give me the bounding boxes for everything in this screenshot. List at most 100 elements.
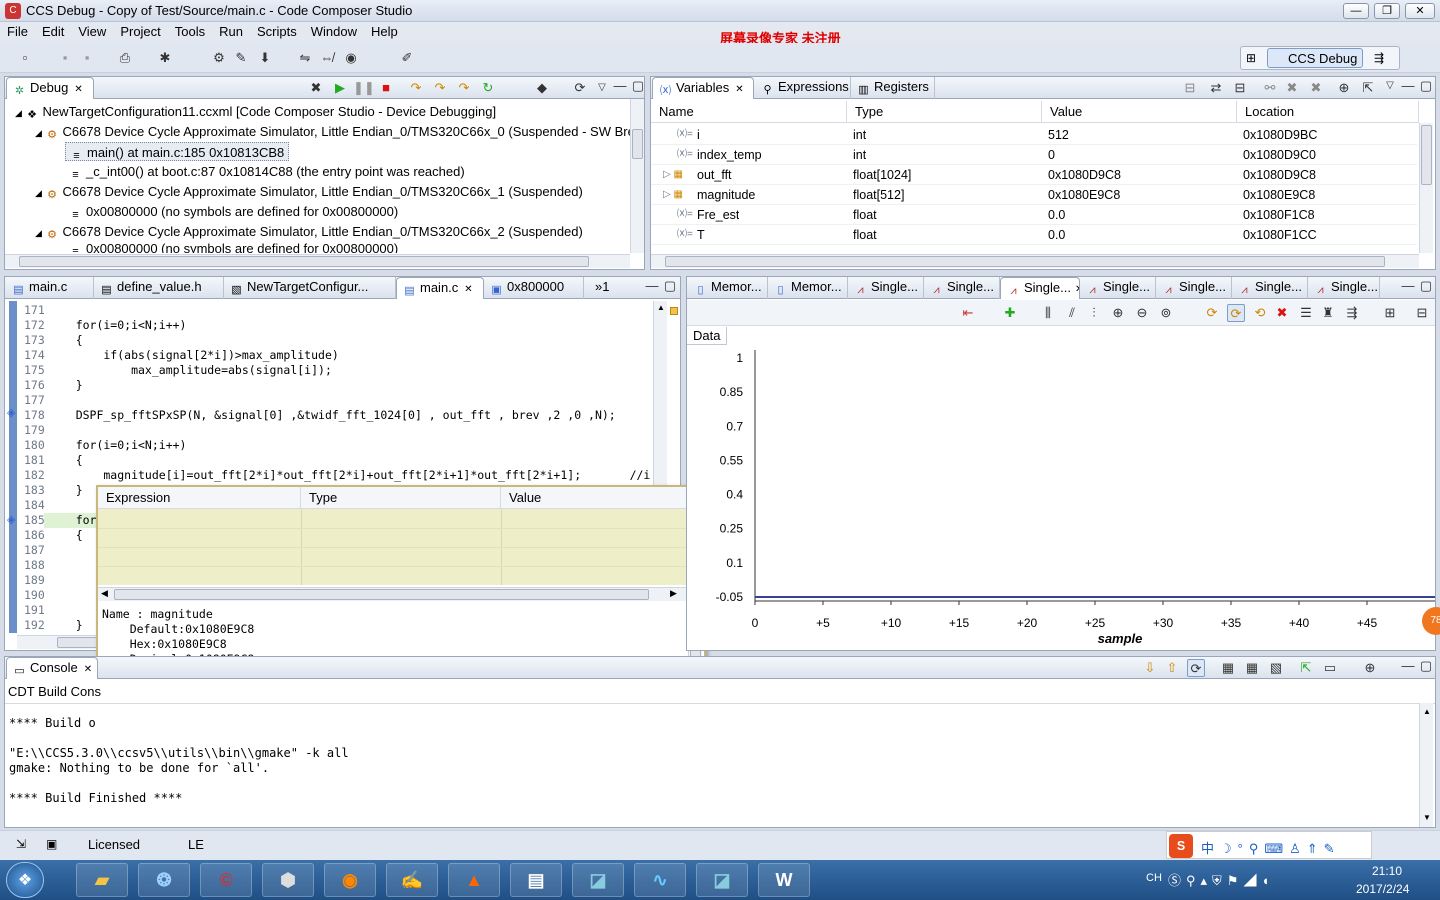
remove-all-icon[interactable]: ✖ [1307,79,1325,97]
variable-row[interactable]: ⒳= index_temp int 0 0x1080D9C0 [651,145,1417,165]
tab-expressions[interactable]: ⚲ Expressions [755,77,851,99]
code-line[interactable]: 180 for(i=0;i<N;i++) [5,438,650,453]
expand-icon[interactable]: ◢ [35,128,42,138]
load-icon[interactable]: ⬇ [256,49,274,67]
close-tab-icon[interactable]: ✕ [464,284,472,295]
vertical-scrollbar[interactable] [1419,123,1433,253]
vertical-scrollbar[interactable] [630,99,644,253]
graph-tool-icon[interactable]: ⫶ [1085,304,1103,322]
tree-row[interactable]: ◢ ⚙ C6678 Device Cycle Approximate Simula… [35,182,583,202]
open-perspective-icon[interactable]: ⊞ [1246,51,1256,65]
tree-row[interactable]: ≡ main() at main.c:185 0x10813CB8 [65,142,290,162]
graph-tool-icon[interactable]: ✚ [1001,304,1019,322]
col-type[interactable]: Type [847,101,1042,123]
tray-icons[interactable]: Ⓢ⚲▴⛨⚑◢◖ [1168,870,1274,889]
graph-tool-icon[interactable]: ⫽ [1063,304,1081,322]
perspective-switcher[interactable]: ⊞ CCS Debug ⇶ [1240,46,1400,70]
variable-row[interactable]: ▷ ▦ magnitude float[512] 0x1080E9C8 0x1080E9… [651,185,1417,205]
taskbar-ccs-icon[interactable]: © [200,863,252,897]
minimize-view-icon[interactable]: — [1399,277,1417,295]
graph-tool-icon[interactable]: ⫼ [1039,304,1057,322]
console-lock-icon[interactable]: ⟳ [1187,659,1205,677]
menu-view[interactable]: View [71,22,113,39]
popup-horizontal-scrollbar[interactable]: ◀ ▶ [98,587,688,601]
perspective-ccs-debug[interactable]: CCS Debug [1267,48,1364,68]
code-line[interactable]: 175 max_amplitude=abs(signal[i]); [5,363,650,378]
popup-table-body[interactable] [98,509,688,585]
tree-row[interactable]: ≡ 0x00800000 (no symbols are defined for … [69,202,398,222]
code-line[interactable]: 174 if(abs(signal[2*i])>max_amplitude) [5,348,650,363]
variable-value[interactable]: 0x1080E9C8 [1048,185,1120,205]
continuous-refresh-icon[interactable]: ⟳ [1227,304,1245,322]
vertical-scrollbar[interactable]: ▲ ▼ [1419,703,1433,827]
tab-registers[interactable]: ▥ Registers [851,77,935,99]
debug-icon[interactable]: ✱ [156,49,174,67]
expand-icon[interactable]: ▷ ▦ [663,165,683,185]
build-icon[interactable]: ⚙ [210,49,228,67]
ime-tools-icon[interactable]: 中☽°⚲⌨♙⇑✎ [1201,838,1341,857]
clock-time[interactable]: 21:10 [1372,864,1402,878]
menu-tools[interactable]: Tools [168,22,212,39]
perspective-menu-icon[interactable]: ⇶ [1374,51,1384,65]
reset-icon[interactable]: ✖ [1273,304,1291,322]
clock-date[interactable]: 2017/2/24 [1356,882,1409,896]
code-line[interactable]: 178 DSPF_sp_fftSPxSP(N, &signal[0] ,&twi… [5,408,650,423]
tree-row[interactable]: ≡ 0x00800000 (no symbols are defined for … [69,242,398,253]
new-view-icon[interactable]: ⊕ [1335,79,1353,97]
expand-icon[interactable]: ◢ [35,188,42,198]
start-button[interactable]: ❖ [6,862,44,898]
horizontal-scrollbar[interactable] [651,254,1419,268]
taskbar-app-icon[interactable]: ▤ [510,863,562,897]
code-line[interactable]: 177 [5,393,650,408]
show-types-icon[interactable]: ⇄ [1207,79,1225,97]
expand-icon[interactable]: ▷ ▦ [663,185,683,205]
view-menu-icon[interactable]: ▽ [593,79,611,97]
close-tab-icon[interactable]: ✕ [735,84,743,95]
variable-row[interactable]: ⒳= Fre_est float 0.0 0x1080F1C8 [651,205,1417,225]
code-line[interactable]: 182 magnitude[i]=out_fft[2*i]*out_fft[2*… [5,468,650,483]
minimize-view-icon[interactable]: — [1399,77,1417,95]
code-line[interactable]: 181 { [5,453,650,468]
zoom-out-icon[interactable]: ⊖ [1133,304,1151,322]
taskbar-app-icon[interactable]: ◉ [324,863,376,897]
maximize-button[interactable]: ❐ [1374,3,1400,19]
tab-graph-1[interactable]: ▯ Memor... [768,277,848,299]
minimize-view-icon[interactable]: — [1399,657,1417,675]
tab-graph-2[interactable]: ⩘ Single... [848,277,924,299]
maximize-view-icon[interactable]: ▢ [1417,277,1435,295]
tab-console[interactable]: ▭ Console ✕ [6,657,98,679]
close-tab-icon[interactable]: ✕ [84,664,92,675]
tab-graph-3[interactable]: ⩘ Single... [924,277,1000,299]
view-menu-icon[interactable]: ▽ [1381,77,1399,95]
step-into-icon[interactable]: ↷ [407,79,425,97]
close-button[interactable]: ✕ [1405,3,1435,19]
tab-graph-0[interactable]: ▯ Memor... [688,277,768,299]
terminate-icon[interactable]: ■ [377,79,395,97]
restart-icon[interactable]: ↻ [479,79,497,97]
disconnect-icon[interactable]: ⇎ [318,49,336,67]
tab-graph-7[interactable]: ⩘ Single... [1232,277,1308,299]
taskbar-explorer-icon[interactable]: ▰ [76,863,128,897]
graph-properties-icon[interactable]: ⊞ [1381,304,1399,322]
tab-define-value-h[interactable]: ▤ define_value.h [94,277,224,299]
graph-data-label[interactable]: Data [687,327,727,345]
tree-row[interactable]: ≡ _c_int00() at boot.c:87 0x10814C88 (the… [69,162,464,182]
code-line[interactable]: 176 } [5,378,650,393]
console-tool-icon[interactable]: ▦ [1219,659,1237,677]
zoom-in-icon[interactable]: ⊕ [1109,304,1127,322]
tab-graph-6[interactable]: ⩘ Single... [1156,277,1232,299]
language-indicator[interactable]: CH [1146,872,1162,884]
graph-plot[interactable]: 1 0.85 0.7 0.55 0.4 0.25 0.1 -0.05 0 +5 +10 +15 +20 +… [687,345,1435,650]
tab-graph-8[interactable]: ⩘ Single... [1308,277,1380,299]
tab-graph-5[interactable]: ⩘ Single... [1080,277,1156,299]
minimize-view-icon[interactable]: — [611,77,629,95]
collapse-all-icon[interactable]: ⊟ [1231,79,1249,97]
ime-bar[interactable]: S 中☽°⚲⌨♙⇑✎ [1166,831,1372,859]
tree-row[interactable]: ◢ ⚙ C6678 Device Cycle Approximate Simula… [35,222,583,242]
graph-tool-icon[interactable]: ⊟ [1413,304,1431,322]
maximize-view-icon[interactable]: ▢ [1417,657,1435,675]
code-line[interactable]: 173 { [5,333,650,348]
console-scroll-icon[interactable]: ⇩ [1141,659,1159,677]
variable-value[interactable]: 0x1080D9C8 [1048,165,1121,185]
menu-edit[interactable]: Edit [35,22,71,39]
